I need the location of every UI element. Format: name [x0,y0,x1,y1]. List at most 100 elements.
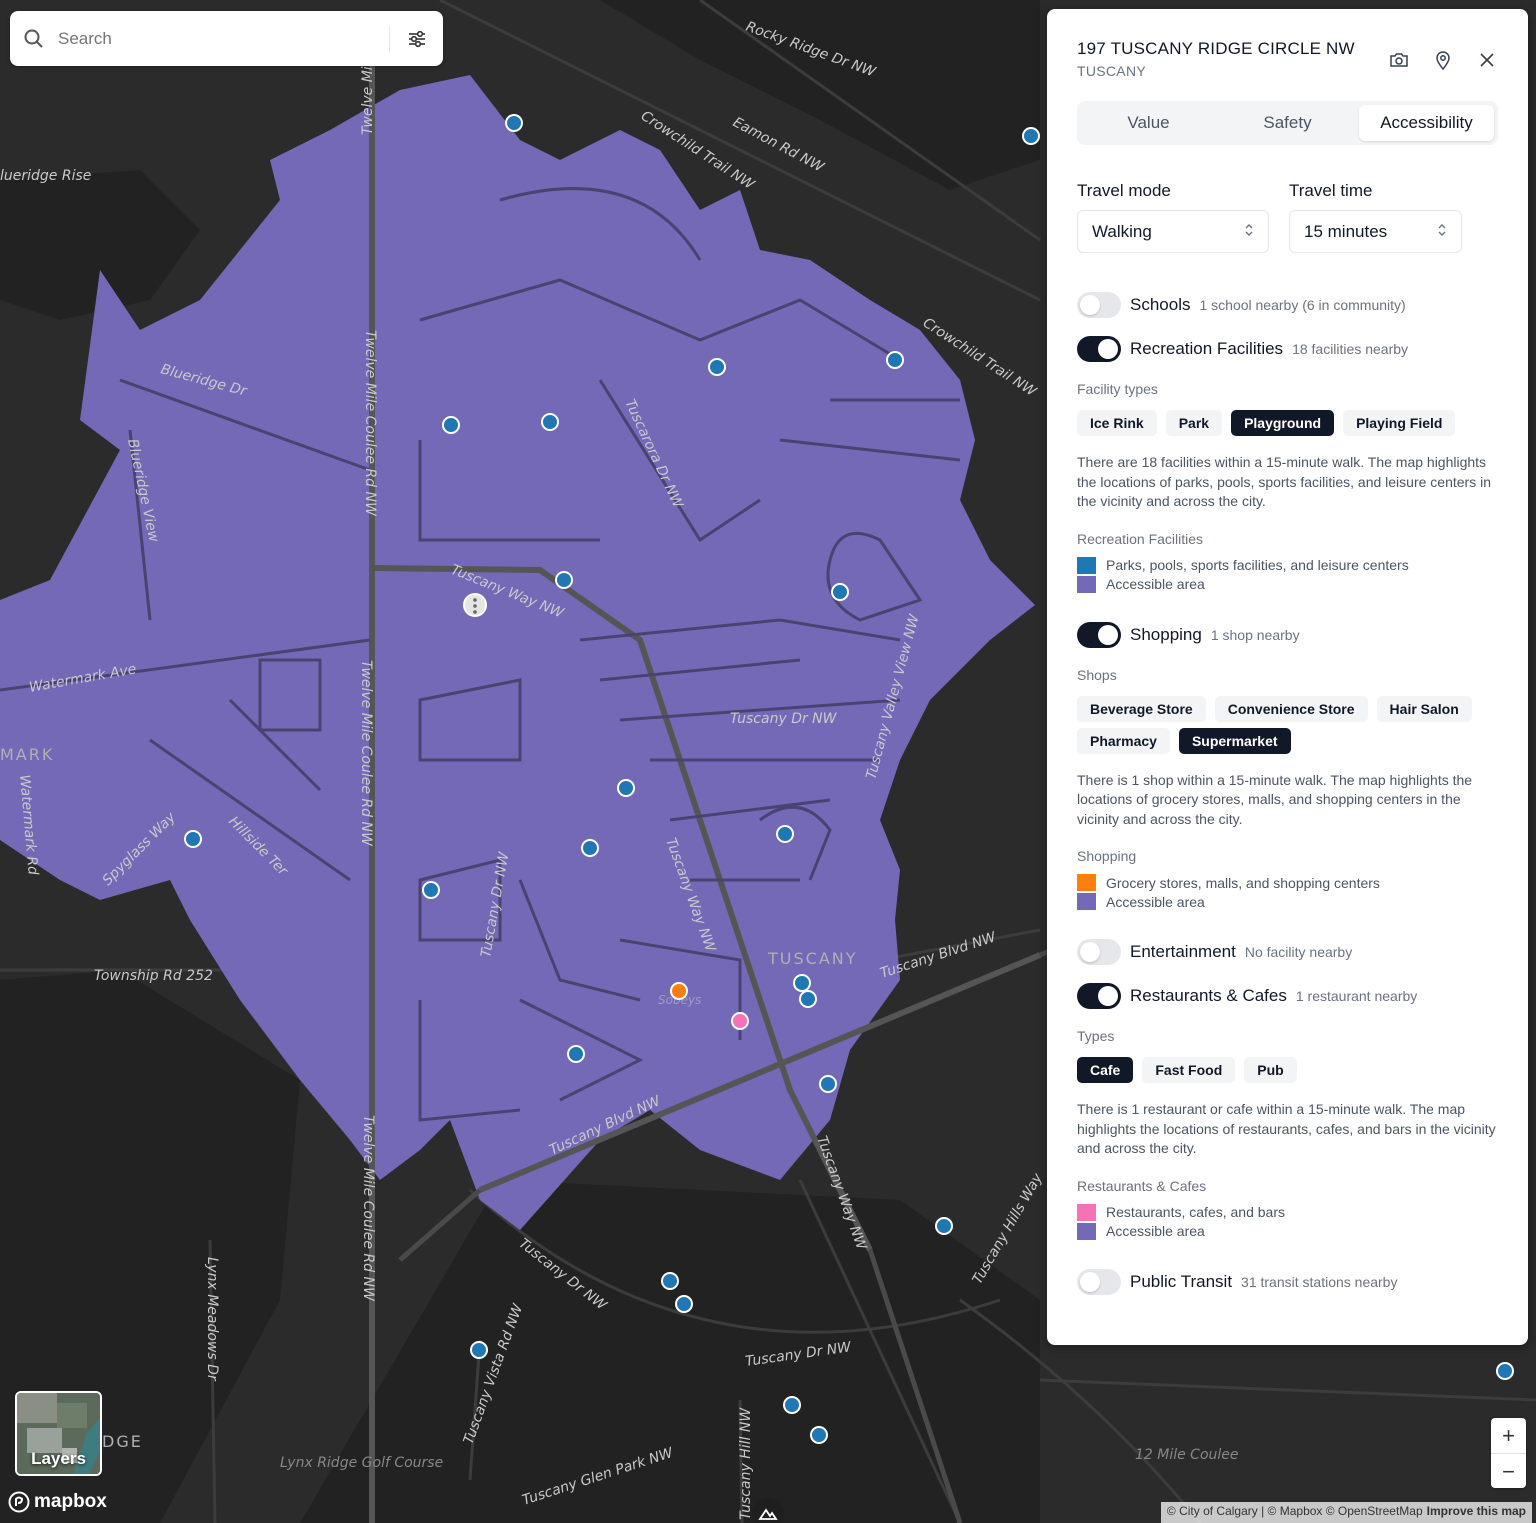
layers-button[interactable]: Layers [15,1391,102,1476]
schools-label: Schools [1130,295,1191,314]
recreation-marker [793,974,811,992]
legend-item: Accessible area [1077,1222,1498,1241]
travel-time-group: Travel time 15 minutes [1289,181,1462,253]
recreation-marker [470,1341,488,1359]
recreation-toggle[interactable] [1077,336,1121,362]
entertainment-toggle[interactable] [1077,939,1121,965]
filter-icon[interactable] [390,30,443,48]
travel-mode-select[interactable]: Walking [1077,210,1269,253]
recreation-description: There are 18 facilities within a 15-minu… [1077,454,1491,509]
search-input[interactable] [58,11,389,66]
legend-swatch [1077,575,1096,593]
legend-swatch [1077,556,1096,574]
close-icon[interactable] [1476,49,1498,71]
restaurants-legend-title: Restaurants & Cafes [1077,1177,1207,1194]
chip-playing-field[interactable]: Playing Field [1343,410,1456,436]
shopping-marker[interactable] [670,982,688,1000]
map-label: Twelve Mile Coulee Rd NW [362,330,378,517]
tab-safety[interactable]: Safety [1220,105,1355,141]
legend-swatch [1077,893,1096,910]
map-label: Twelve Mile Coulee Rd NW [360,1115,376,1302]
zoom-out-button[interactable]: − [1491,1454,1526,1489]
chevron-updown-icon [1437,222,1447,242]
layers-label: Layers [31,1449,86,1468]
recreation-marker [799,990,817,1008]
recreation-marker [810,1426,828,1444]
travel-mode-group: Travel mode Walking [1077,181,1269,253]
attribution-text: © City of Calgary | © Mapbox © OpenStree… [1166,1504,1423,1518]
travel-time-select[interactable]: 15 minutes [1289,210,1462,253]
panel-tabs: Value Safety Accessibility [1077,101,1498,145]
chip-cafe[interactable]: Cafe [1077,1057,1134,1083]
recreation-marker [422,881,440,899]
legend-swatch [1077,1203,1096,1221]
chip-fast-food[interactable]: Fast Food [1142,1057,1236,1083]
restaurants-description: There is 1 restaurant or cafe within a 1… [1077,1101,1496,1156]
shopping-count: 1 shop nearby [1210,626,1300,643]
recreation-marker [1496,1362,1514,1380]
camera-icon[interactable] [1388,49,1410,71]
selected-address-marker[interactable] [463,593,487,617]
chevron-updown-icon [1244,222,1254,242]
restaurants-count: 1 restaurant nearby [1295,988,1418,1004]
map-label: Tuscany Hill NW [738,1407,754,1520]
chip-beverage-store[interactable]: Beverage Store [1077,695,1206,722]
map-label: Lynx Ridge Golf Course [280,1455,443,1471]
tab-value[interactable]: Value [1081,105,1216,141]
map-label: Twelve Mi [360,66,376,135]
map-attribution: © City of Calgary | © Mapbox © OpenStree… [1160,1502,1532,1523]
recreation-marker [184,830,202,848]
transit-toggle[interactable] [1077,1268,1121,1295]
compass-button[interactable] [752,1498,784,1523]
mapbox-icon [8,1491,30,1513]
recreation-marker [442,416,460,434]
schools-toggle[interactable] [1077,292,1121,318]
recreation-marker [555,571,573,589]
facility-types-label: Facility types [1077,381,1158,397]
legend-item: Accessible area [1077,575,1498,594]
chip-pharmacy[interactable]: Pharmacy [1077,727,1170,754]
zoom-control: + − [1491,1418,1526,1488]
recreation-marker [617,779,635,797]
recreation-marker [1022,127,1040,145]
map-pin-icon[interactable] [1432,49,1454,71]
facility-type-chips: Ice Rink Park Playground Playing Field [1077,410,1498,436]
chip-convenience-store[interactable]: Convenience Store [1214,695,1368,722]
recreation-row: Recreation Facilities 18 facilities near… [1077,336,1498,362]
shopping-description: There is 1 shop within a 15-minute walk.… [1077,771,1473,827]
restaurants-label: Restaurants & Cafes [1130,986,1287,1005]
chip-hair-salon[interactable]: Hair Salon [1376,695,1472,722]
shopping-toggle[interactable] [1077,621,1121,648]
recreation-marker [567,1045,585,1063]
map-label: Twelve Mile Coulee Rd NW [358,660,374,847]
panel-header: 197 TUSCANY RIDGE CIRCLE NW TUSCANY [1077,39,1498,87]
legend-swatch [1077,1222,1096,1240]
entertainment-label: Entertainment [1130,942,1236,961]
tab-accessibility[interactable]: Accessibility [1359,105,1494,141]
travel-time-label: Travel time [1289,181,1373,200]
chip-park[interactable]: Park [1165,410,1223,436]
map-label: DGE [102,1432,143,1451]
north-arrow-icon [758,1508,778,1520]
mapbox-logo[interactable]: mapbox [8,1491,107,1513]
chip-ice-rink[interactable]: Ice Rink [1077,410,1157,436]
header-actions [1388,49,1498,71]
mapbox-wordmark: mapbox [34,1491,107,1512]
legend-item: Grocery stores, malls, and shopping cent… [1077,873,1498,892]
chip-pub[interactable]: Pub [1244,1057,1297,1083]
chip-playground[interactable]: Playground [1231,410,1335,436]
chip-supermarket[interactable]: Supermarket [1178,727,1291,754]
transit-row: Public Transit 31 transit stations nearb… [1077,1268,1498,1295]
recreation-legend-title: Recreation Facilities [1077,530,1204,547]
travel-mode-value: Walking [1092,221,1152,241]
recreation-marker [819,1075,837,1093]
recreation-marker [708,358,726,376]
shops-label: Shops [1077,666,1117,683]
recreation-count: 18 facilities nearby [1292,341,1409,357]
restaurant-type-chips: Cafe Fast Food Pub [1077,1057,1498,1083]
zoom-in-button[interactable]: + [1491,1418,1526,1453]
travel-time-value: 15 minutes [1304,221,1388,241]
restaurant-marker[interactable] [731,1012,749,1030]
restaurants-toggle[interactable] [1077,983,1121,1009]
improve-map-link[interactable]: Improve this map [1427,1504,1526,1518]
